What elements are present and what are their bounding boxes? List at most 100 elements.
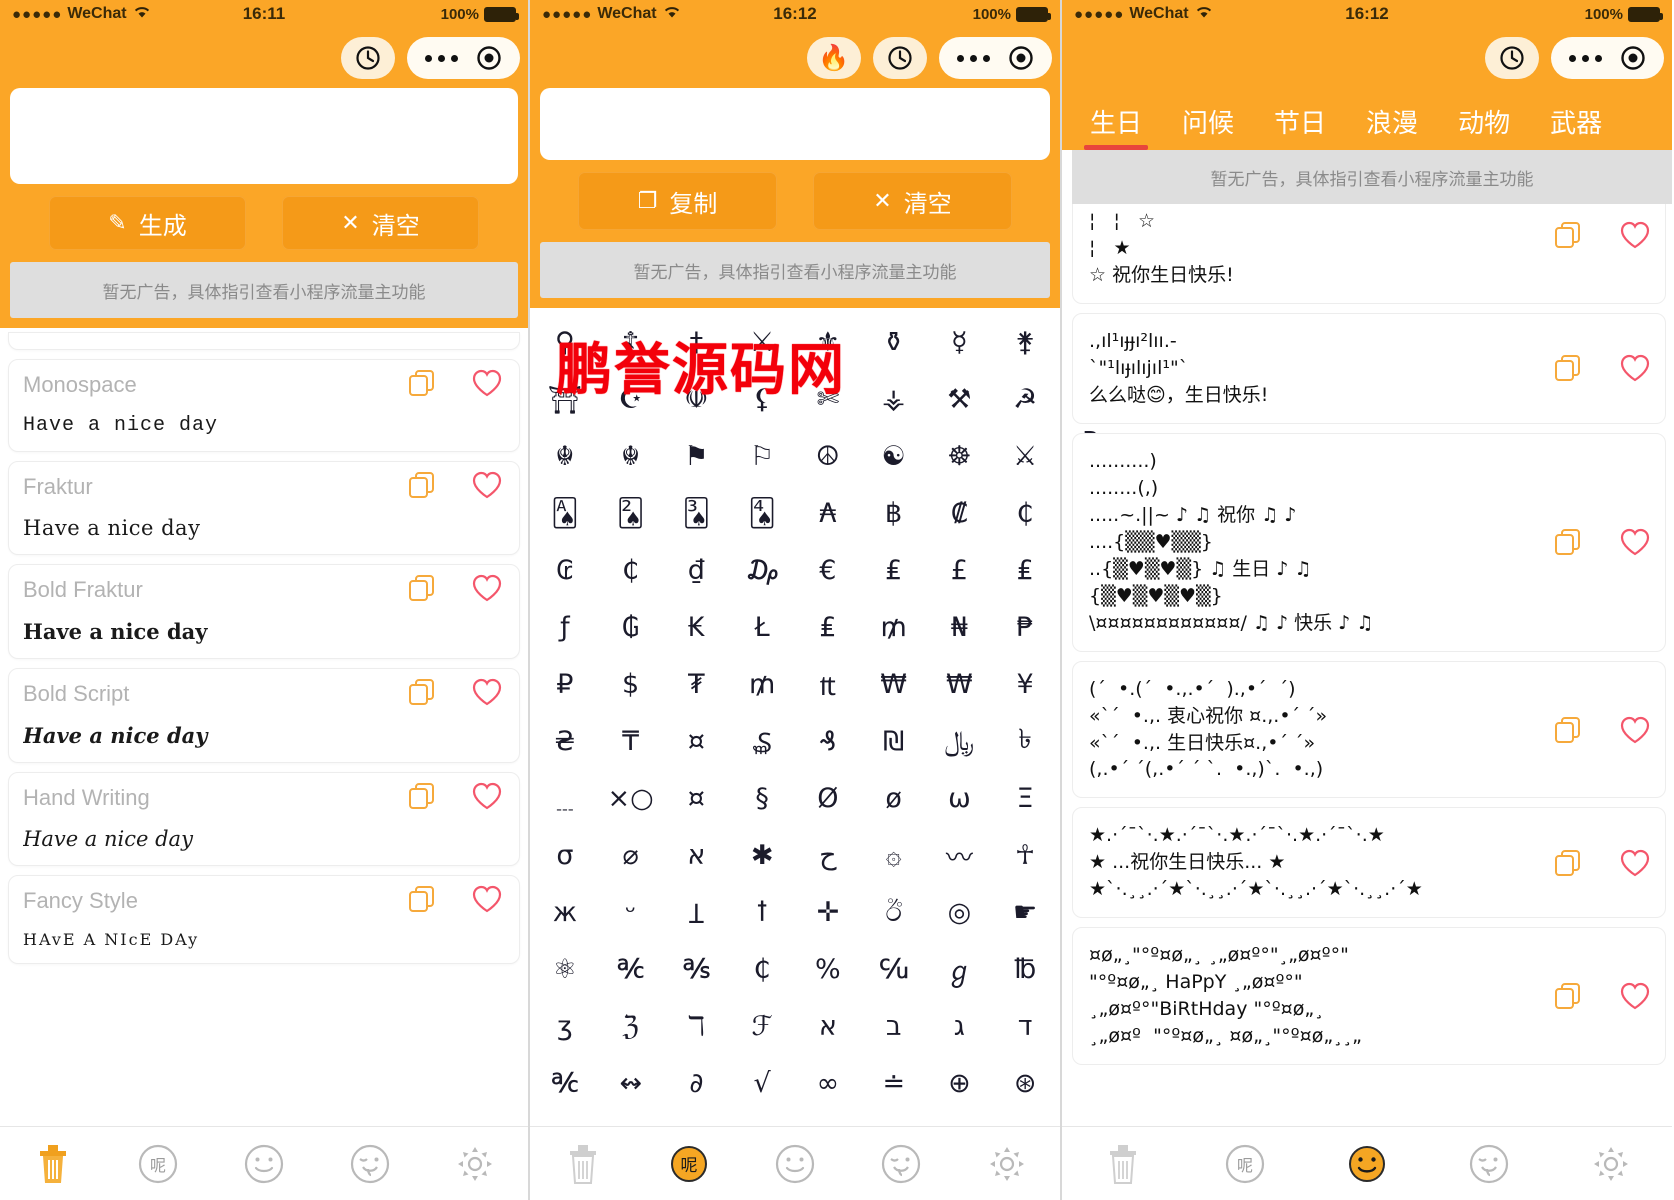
copy-icon[interactable]	[1553, 981, 1583, 1011]
wechat-capsule-3[interactable]	[1551, 37, 1664, 79]
symbol-cell[interactable]: ₳	[795, 485, 861, 542]
symbol-cell[interactable]: ₤	[795, 599, 861, 656]
symbol-cell[interactable]: ₤	[861, 542, 927, 599]
symbol-cell[interactable]: ☬	[598, 428, 664, 485]
target-icon[interactable]	[476, 45, 502, 71]
heart-icon[interactable]	[1619, 353, 1651, 383]
symbol-cell[interactable]: ø	[861, 770, 927, 827]
symbol-cell[interactable]: ☸	[927, 428, 993, 485]
symbol-cell[interactable]: ₪	[861, 713, 927, 770]
font-card-partial[interactable]	[8, 332, 520, 350]
symbol-cell[interactable]: ℱ	[729, 998, 795, 1055]
copy-button[interactable]: ❐ 复制	[578, 172, 777, 230]
symbol-cell[interactable]: ⊛	[992, 1055, 1058, 1112]
symbol-cell[interactable]: ⚐	[729, 428, 795, 485]
tabbar-item-settings[interactable]	[984, 1141, 1030, 1187]
heart-icon[interactable]	[1619, 981, 1651, 1011]
clock-capsule-button-3[interactable]	[1485, 37, 1539, 79]
symbol-cell[interactable]: ƒ	[532, 599, 598, 656]
symbol-cell[interactable]: ₵	[598, 542, 664, 599]
symbol-cell[interactable]: ₤	[992, 542, 1058, 599]
emoticon-card[interactable]: .,ıl¹ıɟɟı²lıı.- `"¹lıɟılıjıl¹"` 么么哒😊，生日快…	[1072, 312, 1666, 424]
category-tab-1[interactable]: 问候	[1162, 103, 1254, 150]
symbol-cell[interactable]: ₴	[532, 713, 598, 770]
flame-capsule-button[interactable]: 🔥	[807, 37, 861, 79]
copy-icon[interactable]	[1553, 715, 1583, 745]
symbol-cell[interactable]: ☥	[992, 827, 1058, 884]
wechat-capsule-2[interactable]	[939, 37, 1052, 79]
symbol-cell[interactable]: ◎	[927, 884, 993, 941]
symbol-cell[interactable]: ₦	[927, 599, 993, 656]
symbol-cell[interactable]: ₷	[729, 713, 795, 770]
tabbar-item-settings[interactable]	[452, 1141, 498, 1187]
symbol-cell[interactable]: ω	[927, 770, 993, 827]
symbol-cell[interactable]: ☯	[861, 428, 927, 485]
symbol-cell[interactable]: 〰	[927, 827, 993, 884]
heart-icon[interactable]	[471, 470, 503, 500]
heart-icon[interactable]	[471, 884, 503, 914]
symbol-cell[interactable]: ₱	[992, 599, 1058, 656]
clear-button-2[interactable]: ✕ 清空	[813, 172, 1012, 230]
tabbar-item-trash[interactable]	[1100, 1141, 1146, 1187]
symbol-cell[interactable]: ﹍	[532, 770, 598, 827]
symbol-cell[interactable]: ﷼	[927, 713, 993, 770]
category-tab-0[interactable]: 生日	[1070, 103, 1162, 150]
symbol-cell[interactable]: £	[927, 542, 993, 599]
emoticon-card[interactable]: ..........) ........(,) .....~.||~ ♪ ♫ 祝…	[1072, 432, 1666, 652]
heart-icon[interactable]	[1619, 220, 1651, 250]
symbol-cell[interactable]: 🂤	[729, 485, 795, 542]
symbol-cell[interactable]: ☮	[795, 428, 861, 485]
symbol-cell[interactable]: ᵕ	[598, 884, 664, 941]
copy-icon[interactable]	[407, 368, 437, 398]
copy-icon[interactable]	[407, 573, 437, 603]
tabbar-item-emoticons[interactable]	[772, 1141, 818, 1187]
symbol-cell[interactable]: ×○	[598, 770, 664, 827]
symbol-cell[interactable]: ⌀	[598, 827, 664, 884]
symbol-cell[interactable]: א	[795, 998, 861, 1055]
symbol-cell[interactable]: $	[598, 656, 664, 713]
tabbar-item-symbols[interactable]: 呢	[1222, 1141, 1268, 1187]
tabbar-item-trash[interactable]	[30, 1141, 76, 1187]
symbol-cell[interactable]: ↭	[598, 1055, 664, 1112]
font-card[interactable]: Bold Fraktur Have a nice day	[8, 564, 520, 659]
symbol-cell[interactable]: ⚱	[861, 314, 927, 371]
symbol-cell[interactable]: ℀	[598, 941, 664, 998]
symbol-cell[interactable]: ۞	[861, 827, 927, 884]
symbol-cell[interactable]: ✱	[729, 827, 795, 884]
symbol-cell[interactable]: ג	[927, 998, 993, 1055]
wechat-capsule-1[interactable]	[407, 37, 520, 79]
symbol-cell[interactable]: א	[664, 827, 730, 884]
heart-icon[interactable]	[471, 573, 503, 603]
symbol-cell[interactable]: ฿	[861, 485, 927, 542]
symbol-cell[interactable]: ₥	[729, 656, 795, 713]
symbol-cell[interactable]: ∞	[795, 1055, 861, 1112]
symbol-cell[interactable]: ж	[532, 884, 598, 941]
symbol-cell[interactable]: %	[795, 941, 861, 998]
symbol-cell[interactable]: ℸ	[664, 998, 730, 1055]
symbol-cell[interactable]: ⚒	[927, 371, 993, 428]
symbol-cell[interactable]: ₭	[664, 599, 730, 656]
tabbar-item-kaomoji[interactable]	[878, 1141, 924, 1187]
more-dots-icon[interactable]	[957, 54, 990, 62]
generate-button[interactable]: ✎ 生成	[49, 196, 246, 250]
clock-capsule-button-1[interactable]	[341, 37, 395, 79]
clear-button-1[interactable]: ✕ 清空	[282, 196, 479, 250]
heart-icon[interactable]	[471, 677, 503, 707]
ad-placeholder-1[interactable]: 暂无广告，具体指引查看小程序流量主功能	[10, 262, 518, 318]
symbol-cell[interactable]: ד	[992, 998, 1058, 1055]
symbol-cell[interactable]: ¤	[664, 770, 730, 827]
symbol-cell[interactable]: ℀	[532, 1055, 598, 1112]
symbol-cell[interactable]: ⚛	[532, 941, 598, 998]
target-icon[interactable]	[1008, 45, 1034, 71]
more-dots-icon[interactable]	[425, 54, 458, 62]
symbol-cell[interactable]: ℊ	[927, 941, 993, 998]
symbol-cell[interactable]: €	[795, 542, 861, 599]
symbol-cell[interactable]: ₢	[532, 542, 598, 599]
symbol-cell[interactable]: ⚑	[664, 428, 730, 485]
symbol-cell[interactable]: ₲	[598, 599, 664, 656]
symbol-cell[interactable]: ☬	[532, 428, 598, 485]
target-icon[interactable]	[1620, 45, 1646, 71]
symbol-cell[interactable]: ¤	[664, 713, 730, 770]
symbol-cell[interactable]: Ʇ	[664, 884, 730, 941]
font-card[interactable]: Fancy Style HAvE A NIcE DAy	[8, 875, 520, 964]
